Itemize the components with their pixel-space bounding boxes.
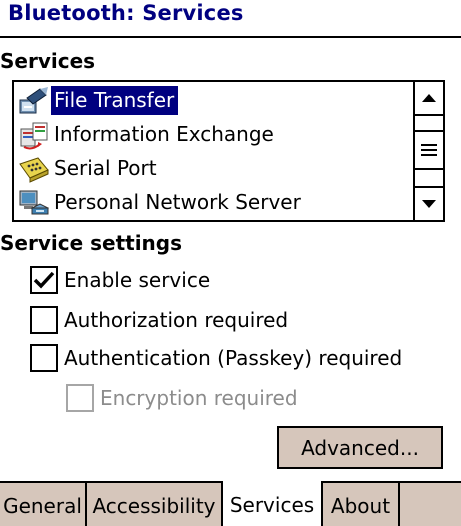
authentication-row[interactable]: Authentication (Passkey) required — [30, 343, 402, 373]
encryption-checkbox — [66, 384, 94, 412]
list-item-label: Personal Network Server — [54, 190, 301, 214]
list-item-file-transfer[interactable]: File Transfer — [17, 84, 179, 117]
grip-icon — [421, 144, 437, 156]
tab-bar: General Accessibility Services About — [0, 481, 461, 526]
title-divider — [0, 36, 461, 38]
authorization-checkbox[interactable] — [30, 306, 58, 334]
information-exchange-icon — [17, 118, 51, 151]
authentication-checkbox[interactable] — [30, 344, 58, 372]
authorization-row[interactable]: Authorization required — [30, 305, 288, 335]
scroll-down-button[interactable] — [415, 186, 443, 220]
list-item-label: Serial Port — [54, 156, 157, 180]
list-item-label: File Transfer — [51, 86, 179, 115]
authentication-label: Authentication (Passkey) required — [64, 346, 403, 370]
tab-services[interactable]: Services — [223, 481, 323, 526]
tab-accessibility[interactable]: Accessibility — [87, 483, 223, 526]
enable-service-row[interactable]: Enable service — [30, 265, 210, 295]
advanced-button[interactable]: Advanced... — [277, 426, 443, 469]
checkmark-icon — [33, 271, 55, 289]
services-scrollbar[interactable] — [413, 82, 443, 220]
list-item-serial-port[interactable]: Serial Port — [17, 152, 161, 185]
list-item-label: Information Exchange — [54, 122, 274, 146]
scroll-thumb[interactable] — [415, 130, 443, 170]
scroll-up-button[interactable] — [415, 82, 443, 116]
tab-general[interactable]: General — [0, 483, 87, 526]
arrow-up-icon — [422, 94, 436, 102]
enable-service-label: Enable service — [64, 268, 211, 292]
serial-port-icon — [17, 152, 51, 185]
encryption-label: Encryption required — [100, 386, 298, 410]
service-settings-label: Service settings — [0, 231, 183, 255]
enable-service-checkbox[interactable] — [30, 266, 58, 294]
services-listbox[interactable]: File Transfer Information Exchange Seria… — [12, 80, 445, 222]
authorization-label: Authorization required — [64, 308, 289, 332]
encryption-row: Encryption required — [66, 383, 298, 413]
list-item-personal-network-server[interactable]: Personal Network Server — [17, 186, 305, 219]
network-server-icon — [17, 186, 51, 219]
file-transfer-icon — [17, 84, 51, 117]
arrow-down-icon — [422, 200, 436, 208]
list-item-information-exchange[interactable]: Information Exchange — [17, 118, 278, 151]
services-section-label: Services — [0, 49, 96, 73]
window-title: Bluetooth: Services — [8, 1, 244, 25]
tab-about[interactable]: About — [323, 483, 400, 526]
